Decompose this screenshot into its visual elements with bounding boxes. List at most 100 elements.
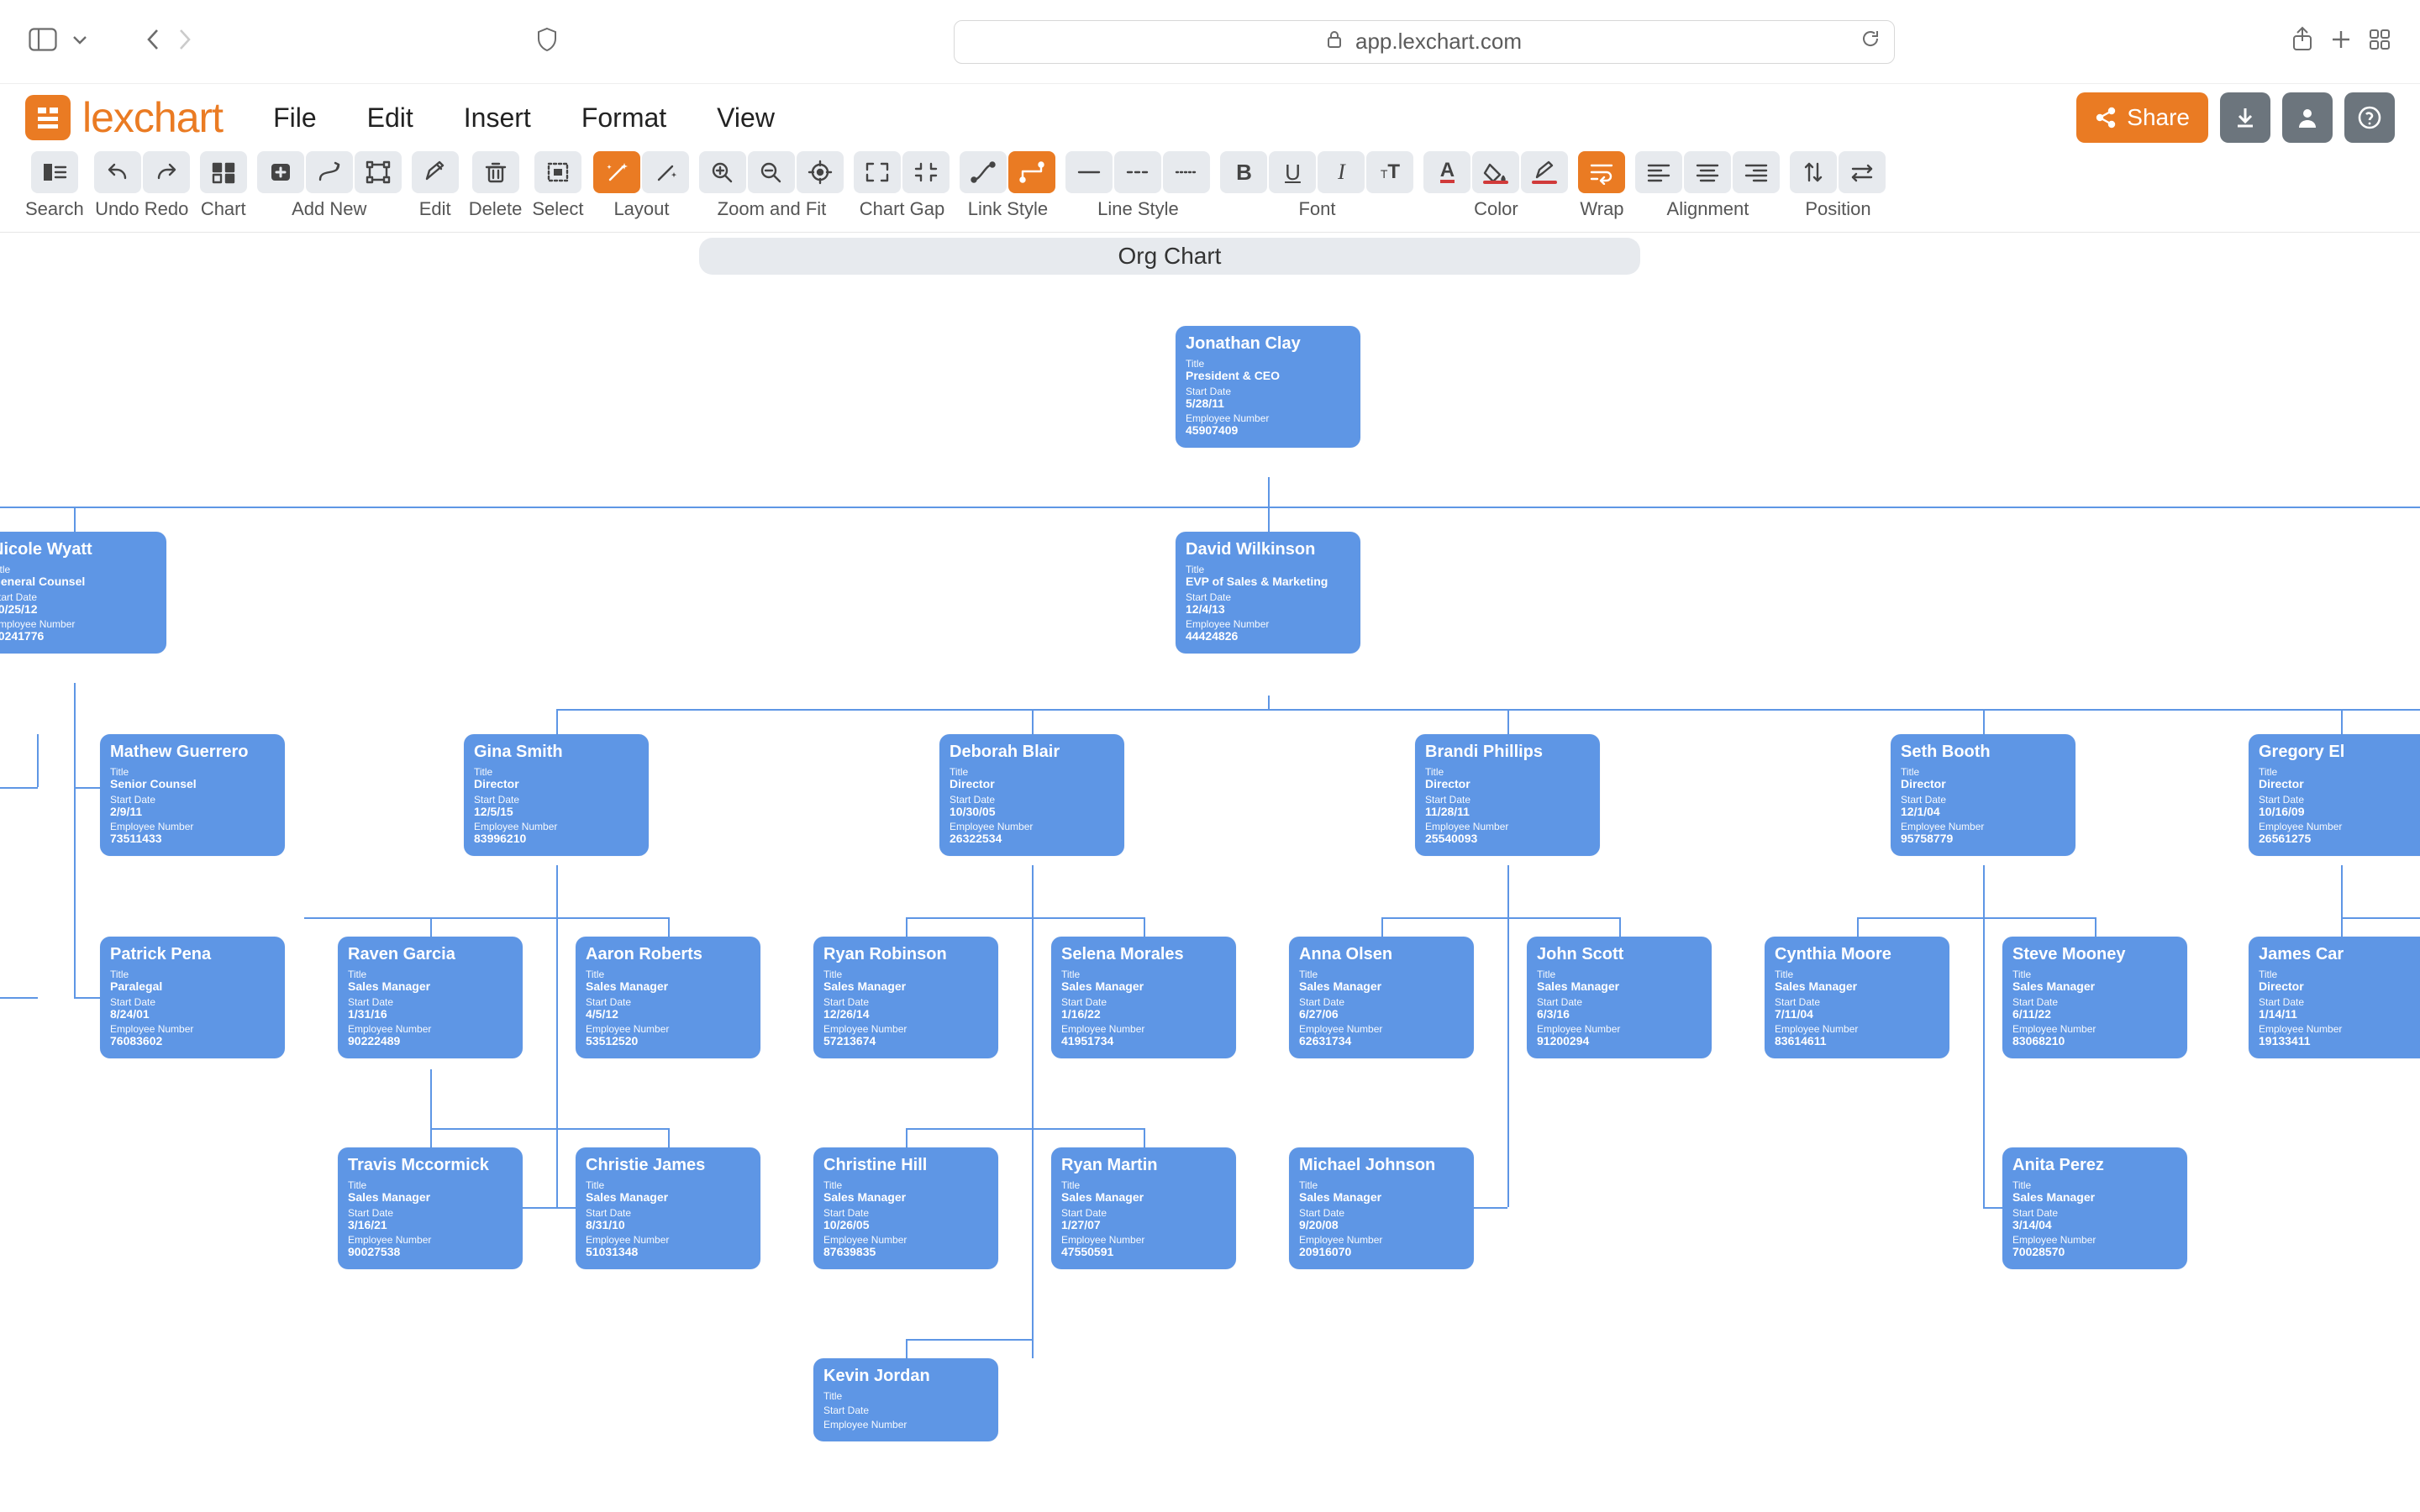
italic-button[interactable]: I	[1318, 151, 1365, 193]
org-node[interactable]: Mathew GuerreroTitleSenior CounselStart …	[100, 734, 285, 856]
swap-h-button[interactable]	[1839, 151, 1886, 193]
org-node[interactable]: Seth BoothTitleDirectorStart Date12/1/04…	[1891, 734, 2075, 856]
line-dash-button[interactable]	[1114, 151, 1161, 193]
org-node[interactable]: James CarTitleDirectorStart Date1/14/11E…	[2249, 937, 2420, 1058]
chart-canvas[interactable]: Org Chart Jonathan ClayTitlePresident & …	[0, 233, 2420, 1512]
label-emp: Employee Number	[2259, 822, 2420, 832]
text-color-button[interactable]: A	[1423, 151, 1470, 193]
org-node[interactable]: Travis MccormickTitleSales ManagerStart …	[338, 1147, 523, 1269]
sort-v-button[interactable]	[1790, 151, 1837, 193]
connector	[1032, 709, 1034, 734]
org-node[interactable]: Christie JamesTitleSales ManagerStart Da…	[576, 1147, 760, 1269]
bbox-button[interactable]	[355, 151, 402, 193]
menu-insert[interactable]: Insert	[464, 102, 531, 134]
zoom-out-button[interactable]	[748, 151, 795, 193]
shield-icon[interactable]	[536, 27, 558, 56]
value-start: 6/27/06	[1299, 1008, 1464, 1021]
share-system-icon[interactable]	[2291, 26, 2314, 57]
align-left-button[interactable]	[1635, 151, 1682, 193]
link-curve-button[interactable]	[306, 151, 353, 193]
plus-button[interactable]	[257, 151, 304, 193]
link-diag-button[interactable]	[960, 151, 1007, 193]
contract-button[interactable]	[902, 151, 950, 193]
redo-button[interactable]	[143, 151, 190, 193]
org-node[interactable]: Gina SmithTitleDirectorStart Date12/5/15…	[464, 734, 649, 856]
label-start: Start Date	[1537, 997, 1702, 1008]
org-node[interactable]: Ryan MartinTitleSales ManagerStart Date1…	[1051, 1147, 1236, 1269]
undo-button[interactable]	[94, 151, 141, 193]
label-title: Title	[1537, 969, 1702, 980]
org-node[interactable]: Patrick PenaTitleParalegalStart Date8/24…	[100, 937, 285, 1058]
reload-icon[interactable]	[1860, 29, 1881, 55]
new-tab-icon[interactable]	[2329, 28, 2353, 55]
wrap-button[interactable]	[1578, 151, 1625, 193]
chevron-down-icon[interactable]	[72, 34, 87, 50]
bold-button[interactable]: B	[1220, 151, 1267, 193]
org-node[interactable]: David WilkinsonTitleEVP of Sales & Marke…	[1176, 532, 1360, 654]
org-node[interactable]: Anita PerezTitleSales ManagerStart Date3…	[2002, 1147, 2187, 1269]
org-node[interactable]: John ScottTitleSales ManagerStart Date6/…	[1527, 937, 1712, 1058]
grid-button[interactable]	[200, 151, 247, 193]
org-node[interactable]: Kevin JordanTitleStart DateEmployee Numb…	[813, 1358, 998, 1441]
org-node[interactable]: Michael JohnsonTitleSales ManagerStart D…	[1289, 1147, 1474, 1269]
org-node[interactable]: Ryan RobinsonTitleSales ManagerStart Dat…	[813, 937, 998, 1058]
value-start: 8/24/01	[110, 1008, 275, 1021]
pencil-button[interactable]	[412, 151, 459, 193]
wand2-button[interactable]	[642, 151, 689, 193]
label-title: Title	[2259, 767, 2420, 778]
node-name: Raven Garcia	[348, 945, 513, 964]
label-emp: Employee Number	[1186, 619, 1350, 630]
share-button[interactable]: Share	[2076, 92, 2208, 143]
help-button[interactable]	[2344, 92, 2395, 143]
account-button[interactable]	[2282, 92, 2333, 143]
org-node[interactable]: Raven GarciaTitleSales ManagerStart Date…	[338, 937, 523, 1058]
fill-color-button[interactable]	[1472, 151, 1519, 193]
menu-format[interactable]: Format	[581, 102, 666, 134]
menu-file[interactable]: File	[273, 102, 317, 134]
search-button[interactable]	[31, 151, 78, 193]
line-dot-button[interactable]	[1163, 151, 1210, 193]
target-button[interactable]	[797, 151, 844, 193]
forward-icon[interactable]	[176, 27, 193, 56]
node-name: Patrick Pena	[110, 945, 275, 964]
org-node[interactable]: Deborah BlairTitleDirectorStart Date10/3…	[939, 734, 1124, 856]
label-start: Start Date	[2012, 1208, 2177, 1219]
label-title: Title	[0, 564, 156, 575]
zoom-in-button[interactable]	[699, 151, 746, 193]
value-title: EVP of Sales & Marketing	[1186, 575, 1350, 588]
org-node[interactable]: Jonathan ClayTitlePresident & CEOStart D…	[1176, 326, 1360, 448]
link-orth-button[interactable]	[1008, 151, 1055, 193]
align-center-button[interactable]	[1684, 151, 1731, 193]
menu-view[interactable]: View	[717, 102, 775, 134]
address-bar[interactable]: app.lexchart.com	[954, 20, 1895, 64]
org-node[interactable]: Steve MooneyTitleSales ManagerStart Date…	[2002, 937, 2187, 1058]
trash-button[interactable]	[472, 151, 519, 193]
connector	[906, 1128, 1144, 1130]
org-node[interactable]: Selena MoralesTitleSales ManagerStart Da…	[1051, 937, 1236, 1058]
expand-button[interactable]	[854, 151, 901, 193]
download-button[interactable]	[2220, 92, 2270, 143]
textsize-button[interactable]: TT	[1366, 151, 1413, 193]
select-all-button[interactable]	[534, 151, 581, 193]
menu-edit[interactable]: Edit	[367, 102, 413, 134]
tab-grid-icon[interactable]	[2368, 28, 2391, 55]
org-node[interactable]: Nicole WyattTitleGeneral CounselStart Da…	[0, 532, 166, 654]
wand-button[interactable]	[593, 151, 640, 193]
org-node[interactable]: Cynthia MooreTitleSales ManagerStart Dat…	[1765, 937, 1949, 1058]
logo[interactable]: lexchart	[25, 93, 223, 142]
canvas-tab[interactable]: Org Chart	[699, 238, 1640, 275]
org-node[interactable]: Gregory ElTitleDirectorStart Date10/16/0…	[2249, 734, 2420, 856]
org-node[interactable]: Anna OlsenTitleSales ManagerStart Date6/…	[1289, 937, 1474, 1058]
pen-color-button[interactable]	[1521, 151, 1568, 193]
back-icon[interactable]	[145, 27, 161, 56]
connector	[1619, 917, 1621, 937]
org-node[interactable]: Aaron RobertsTitleSales ManagerStart Dat…	[576, 937, 760, 1058]
org-node[interactable]: Brandi PhillipsTitleDirectorStart Date11…	[1415, 734, 1600, 856]
label-start: Start Date	[1901, 795, 2065, 806]
label-emp: Employee Number	[823, 1420, 988, 1431]
line-solid-button[interactable]	[1065, 151, 1113, 193]
org-node[interactable]: Christine HillTitleSales ManagerStart Da…	[813, 1147, 998, 1269]
sidebar-toggle-icon[interactable]	[29, 28, 57, 55]
align-right-button[interactable]	[1733, 151, 1780, 193]
underline-button[interactable]: U	[1269, 151, 1316, 193]
